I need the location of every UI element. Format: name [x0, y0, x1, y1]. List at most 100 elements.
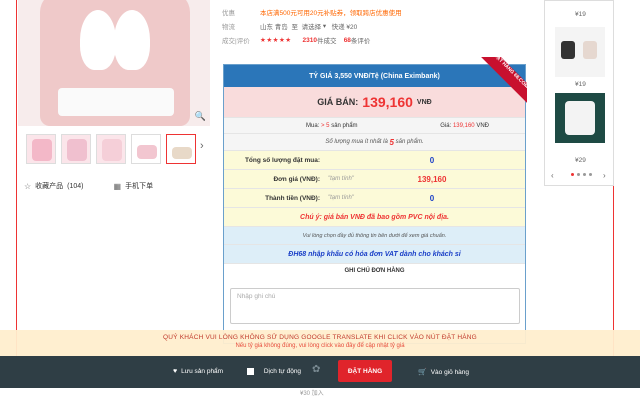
rating-row: 成交|评价 ★★★★★ 2310 件成交 68 条评价	[222, 34, 370, 46]
sold-text: 件成交	[316, 38, 337, 45]
carousel-dots	[571, 173, 592, 176]
total-quantity-label: Tổng số lượng đặt mua:	[244, 156, 320, 164]
tier-min: > 5	[321, 122, 330, 129]
cart-icon: 🛒	[418, 369, 427, 376]
favorite-label: 收藏产品	[35, 183, 64, 190]
thumbnail-5[interactable]	[166, 134, 196, 164]
grid-icon: ▦	[113, 181, 122, 191]
total-quantity-value: 0	[429, 155, 435, 165]
chevron-right-icon[interactable]: ›	[200, 140, 204, 152]
rec-price-1: ¥19	[575, 11, 586, 18]
translate-warning-text: QUÝ KHÁCH VUI LÒNG KHÔNG SỬ DỤNG GOOGLE …	[163, 334, 477, 341]
promo-text[interactable]: 本店满500元可用20元补贴券，领取跨店优惠使用	[260, 7, 402, 17]
tier-price-unit: VNĐ	[476, 122, 489, 129]
product-main-image[interactable]: 🔍	[18, 0, 210, 126]
rating-label: 成交|评价	[222, 38, 250, 45]
thumbnail-4[interactable]	[131, 134, 161, 164]
add-to-cart-label: Vào giỏ hàng	[430, 368, 470, 376]
carousel-dot-2[interactable]	[577, 173, 580, 176]
promo-label: 优惠	[222, 10, 235, 17]
subtotal-value: 0	[429, 193, 435, 203]
thumbnail-2[interactable]	[61, 134, 91, 164]
promo-row: 优惠 本店满500元可用20元补贴券，领取跨店优惠使用	[222, 6, 402, 18]
add-to-cart-button[interactable]: 🛒 Vào giỏ hàng	[418, 368, 470, 377]
tier-price-label: Giá:	[440, 122, 452, 129]
save-product-label: Lưu sản phẩm	[181, 368, 224, 375]
ribbon-text: ĐẶT HÀNG 68.COM	[481, 57, 527, 103]
unit-price-label: Đơn giá (VNĐ):	[273, 175, 320, 183]
corner-ribbon: ĐẶT HÀNG 68.COM	[481, 57, 527, 103]
translate-warning-banner: QUÝ KHÁCH VUI LÒNG KHÔNG SỬ DỤNG GOOGLE …	[0, 330, 640, 356]
price-row: GIÁ BÁN: 139,160 VNĐ	[224, 87, 525, 117]
review-count[interactable]: 68	[344, 37, 351, 44]
min-note-post: sản phẩm.	[395, 139, 424, 145]
sold-count: 2310	[302, 36, 317, 44]
min-note-pre: Số lượng mua ít nhất là	[325, 139, 388, 145]
unit-price-value: 139,160	[417, 174, 447, 184]
save-product-button[interactable]: ♥ Lưu sản phẩm	[173, 368, 223, 375]
tier-unit: sản phẩm	[331, 122, 358, 129]
star-icon: ☆	[24, 181, 32, 191]
price-label: GIÁ BÁN:	[317, 97, 359, 107]
carousel-dot-1[interactable]	[571, 173, 574, 176]
shipping-label: 物流	[222, 24, 235, 31]
price-currency: VNĐ	[416, 98, 432, 106]
shipping-row: 物流 山东 青岛 至 请选择 ▾ 快递 ¥20	[222, 20, 357, 32]
auto-translate-toggle[interactable]: Dịch tự động	[247, 368, 301, 375]
tier-price-row: Mua: > 5 sản phẩm Giá: 139,160 VNĐ	[224, 117, 525, 133]
rec-image-3[interactable]	[555, 93, 605, 143]
tier-price: Giá: 139,160 VNĐ	[440, 123, 489, 129]
rating-stars: ★★★★★	[260, 37, 292, 44]
zoom-icon[interactable]: 🔍	[195, 111, 206, 122]
order-notes-textarea[interactable]: Nhập ghi chú	[230, 288, 520, 324]
thumbnail-strip	[18, 134, 212, 166]
min-note-num: 5	[389, 137, 394, 147]
rec-price-2: ¥19	[575, 81, 586, 88]
review-text[interactable]: 条评价	[351, 35, 371, 45]
rec-image-2[interactable]	[555, 27, 605, 77]
place-order-button[interactable]: ĐẶT HÀNG	[338, 360, 392, 382]
chevron-right-icon[interactable]: ›	[603, 171, 606, 180]
tier-quantity: Mua: > 5 sản phẩm	[306, 123, 358, 129]
carousel-dot-3[interactable]	[583, 173, 586, 176]
favorite-product-link[interactable]: ☆ 收藏产品 (104)	[24, 181, 84, 191]
unit-price-note: "tạm tính"	[328, 176, 354, 182]
favorite-count: (104)	[67, 182, 84, 190]
thumbnail-3[interactable]	[96, 134, 126, 164]
mobile-order-link[interactable]: ▦ 手机下单	[114, 181, 154, 191]
exchange-rate-header: TỶ GIÁ 3,550 VNĐ/Tệ (China Eximbank)	[224, 65, 525, 87]
bottom-action-bar: ♥ Lưu sản phẩm Dịch tự động ✿ ĐẶT HÀNG 🛒…	[0, 356, 640, 388]
rec-price-3: ¥29	[575, 157, 586, 164]
shipping-from: 山东 青岛	[260, 24, 288, 31]
tier-price-value: 139,160	[452, 122, 475, 129]
thumbnail-1[interactable]	[26, 134, 56, 164]
order-notes-title: GHI CHÚ ĐƠN HÀNG	[224, 263, 525, 278]
shipping-destination-select[interactable]: 请选择	[302, 21, 322, 31]
subtotal-label: Thành tiền (VNĐ):	[265, 194, 320, 202]
total-quantity-row: Tổng số lượng đặt mua: 0	[224, 150, 525, 169]
shipping-fee: 快递 ¥20	[331, 24, 358, 31]
subtotal-note: "tạm tính"	[328, 195, 354, 201]
shipping-to: 至	[291, 24, 298, 31]
carousel-dot-4[interactable]	[589, 173, 592, 176]
swan-right-shape	[114, 10, 150, 70]
auto-translate-label: Dịch tự động	[263, 368, 302, 375]
order-panel: TỶ GIÁ 3,550 VNĐ/Tệ (China Eximbank) ĐẶT…	[223, 57, 527, 344]
min-quantity-note: Số lượng mua ít nhất là 5 sản phẩm.	[224, 133, 525, 150]
chevron-left-icon[interactable]: ‹	[551, 171, 554, 180]
heart-icon: ♥	[173, 368, 178, 375]
chevron-down-icon[interactable]: ▾	[321, 22, 332, 30]
swirl-icon: ✿	[312, 364, 321, 375]
ruffle-shape	[58, 88, 174, 116]
below-bar-text: ¥30 加入	[300, 391, 324, 397]
import-invoice-note: ĐH68 nhập khẩu có hóa đơn VAT dành cho k…	[224, 244, 525, 263]
recommendation-column: ¥19 ¥19 ¥29 ‹ ›	[544, 0, 614, 186]
unit-price-row: Đơn giá (VNĐ): "tạm tính" 139,160	[224, 169, 525, 188]
page: 🔍 › ☆ 收藏产品 (104) ▦ 手机下单 优惠 本店满500元可用20元补…	[0, 0, 640, 400]
below-bar-strip: ¥30 加入	[0, 388, 640, 400]
update-rate-link[interactable]: Nếu tỷ giá không đúng, vui lòng click và…	[0, 343, 640, 349]
fill-info-note: Vui lòng chọn đầy đủ thông tin bên dưới …	[224, 226, 525, 244]
translate-checkbox[interactable]	[247, 368, 254, 375]
vat-note: Chú ý: giá bán VNĐ đã bao gồm PVC nội đị…	[224, 207, 525, 226]
subtotal-row: Thành tiền (VNĐ): "tạm tính" 0	[224, 188, 525, 207]
